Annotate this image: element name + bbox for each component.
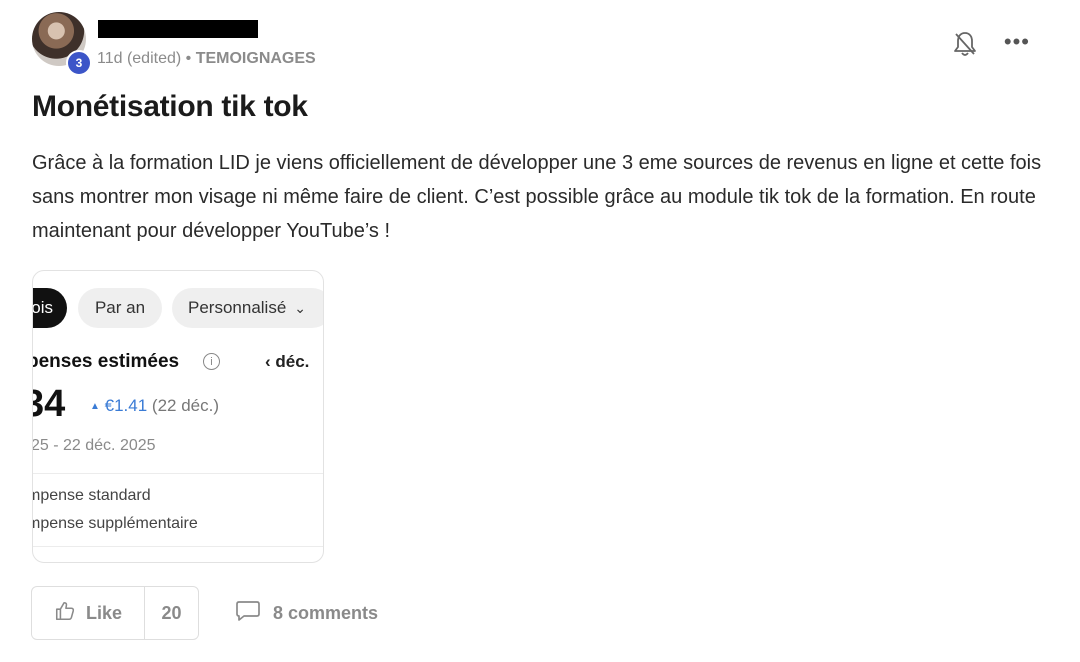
divider [33,473,323,474]
level-badge: 3 [66,50,92,76]
estimate-value: 34 [33,383,66,425]
post-meta: 11d (edited) • TEMOIGNAGES [97,50,316,68]
post-title: Monétisation tik tok [32,90,308,123]
period-pill-month: ois [33,288,67,328]
author-avatar[interactable]: 3 [32,12,92,76]
up-arrow-icon: ▲ [90,401,100,412]
period-pill-custom-label: Personnalisé [188,298,287,317]
comments-button[interactable]: 8 comments [235,600,378,627]
post-category[interactable]: TEMOIGNAGES [196,50,316,67]
author-name-redacted[interactable] [98,20,258,38]
post-body: Grâce à la formation LID je viens offici… [32,152,1042,242]
delta-change: ▲ €1.41 (22 déc.) [90,396,219,416]
earnings-screenshot: ois Par an Personnalisé ⌄ penses estimée… [33,271,323,562]
post-header: 3 11d (edited) • TEMOIGNAGES ••• [32,12,1048,76]
like-button[interactable]: Like [32,587,145,639]
more-icon[interactable]: ••• [1004,31,1030,53]
bell-off-icon[interactable] [952,30,978,58]
estimate-title: penses estimées [32,351,180,372]
reward-extra: mpense supplémentaire [32,515,198,532]
like-label: Like [85,602,123,623]
reward-standard: mpense standard [32,487,151,504]
post-time: 11d (edited) [97,50,182,67]
divider [33,546,323,547]
like-count[interactable]: 20 [145,587,198,639]
period-pill-custom: Personnalisé ⌄ [172,288,323,328]
meta-separator: • [181,50,196,67]
comment-icon [235,600,261,627]
like-group: Like 20 [31,586,199,640]
info-icon: i [203,353,220,370]
attachment-image[interactable]: ois Par an Personnalisé ⌄ penses estimée… [32,270,324,563]
thumbs-up-icon [54,600,76,627]
delta-value: €1.41 [104,396,148,415]
comments-label: 8 comments [273,603,379,623]
delta-date: (22 déc.) [151,396,220,415]
chevron-down-icon: ⌄ [294,299,307,316]
period-pill-year: Par an [78,288,162,328]
date-range: 25 - 22 déc. 2025 [32,437,156,454]
prev-month-nav: ‹ déc. [265,352,310,371]
